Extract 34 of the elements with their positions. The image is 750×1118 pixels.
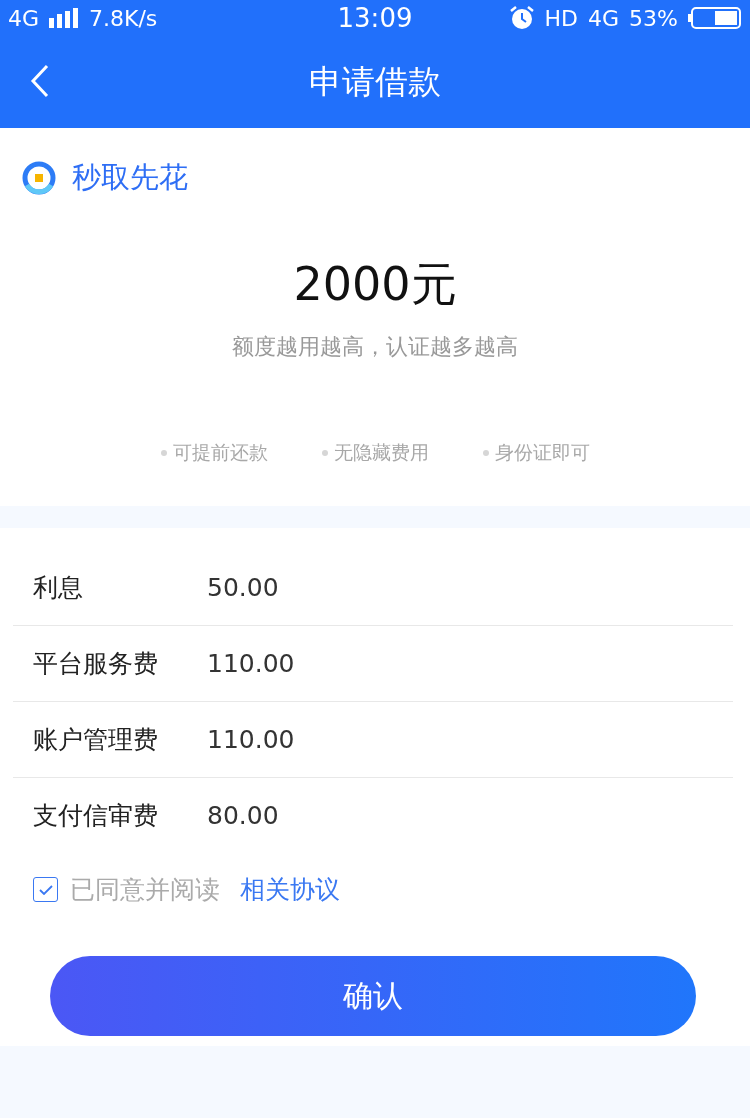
fee-value: 110.00 — [207, 725, 295, 754]
loan-amount: 2000元 — [293, 257, 457, 311]
lender-logo-icon — [22, 161, 56, 195]
feature-label: 身份证即可 — [494, 440, 590, 465]
fee-value: 110.00 — [207, 649, 295, 678]
clock: 13:09 — [337, 3, 413, 33]
agreement-text: 已同意并阅读 — [70, 874, 220, 906]
hd-label: HD — [544, 5, 579, 31]
agreement-checkbox[interactable] — [33, 877, 58, 902]
bullet-icon — [321, 450, 328, 456]
amount-hint: 额度越用越高，认证越多越高 — [232, 334, 518, 359]
fee-label: 利息 — [33, 572, 84, 604]
feature-label: 可提前还款 — [172, 440, 268, 465]
bullet-icon — [482, 450, 489, 456]
battery-percent: 53% — [629, 5, 678, 31]
fee-label: 平台服务费 — [33, 648, 159, 680]
lender-name: 秒取先花 — [72, 159, 188, 196]
back-icon[interactable] — [30, 64, 50, 98]
check-icon — [38, 884, 53, 895]
fee-label: 账户管理费 — [33, 724, 159, 756]
bullet-icon — [160, 450, 167, 456]
feature-label: 无隐藏费用 — [333, 440, 429, 465]
page-title: 申请借款 — [309, 60, 441, 103]
battery-icon — [688, 7, 742, 29]
fee-value: 80.00 — [207, 801, 279, 830]
alarm-icon — [508, 5, 535, 31]
signal-icon — [49, 8, 80, 28]
data-network: 4G — [588, 5, 620, 31]
fee-value: 50.00 — [207, 573, 279, 602]
network-speed: 7.8K/s — [89, 5, 158, 31]
fee-label: 支付信审费 — [33, 800, 159, 832]
confirm-button[interactable]: 确认 — [50, 956, 696, 1036]
agreement-link[interactable]: 相关协议 — [240, 873, 340, 906]
network-type: 4G — [8, 5, 40, 31]
